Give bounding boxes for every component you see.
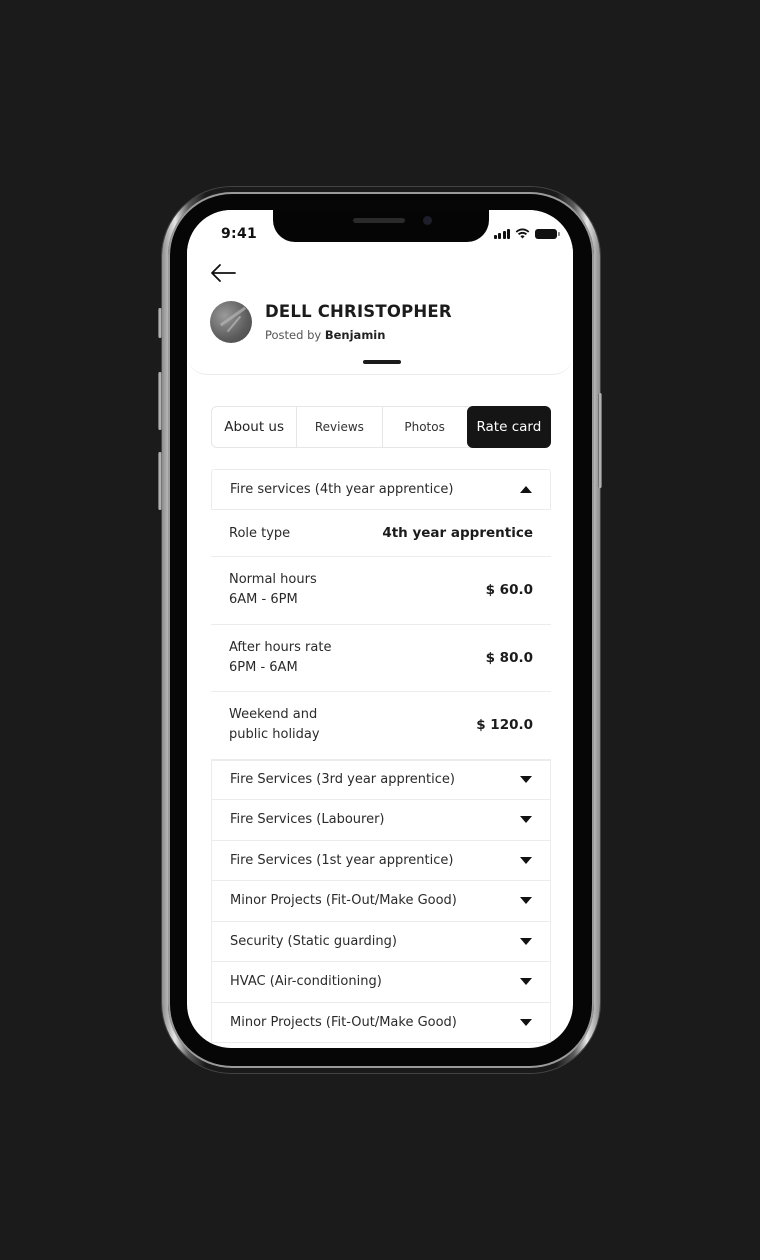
rate-value: $ 120.0: [476, 717, 533, 734]
rate-label-line2: public holiday: [229, 727, 320, 743]
rate-row: Weekend and public holiday $ 120.0: [211, 692, 551, 760]
rate-section-header[interactable]: Fire Services (Labourer): [211, 800, 551, 841]
triangle-up-icon[interactable]: [520, 486, 532, 493]
triangle-down-icon[interactable]: [520, 856, 532, 864]
volume-down-button: [158, 452, 162, 510]
tab-photos[interactable]: Photos: [383, 407, 467, 447]
rate-section-header[interactable]: Minor Projects (Fit-Out/Make Good): [211, 1002, 551, 1043]
rate-label: After hours rate 6PM - 6AM: [229, 638, 331, 678]
profile-tabs: About us Reviews Photos Rate card: [211, 406, 551, 448]
rate-section-collapsed[interactable]: HVAC (Air-conditioning): [211, 962, 551, 1003]
rate-section-collapsed[interactable]: Fire Services (1st year apprentice): [211, 840, 551, 881]
mute-switch: [158, 308, 162, 338]
volume-up-button: [158, 372, 162, 430]
rate-section-title: Minor Projects (Fit-Out/Make Good): [230, 893, 457, 909]
rate-section-header[interactable]: Minor Projects (Fit-Out/Make Good): [211, 881, 551, 922]
rate-row: Normal hours 6AM - 6PM $ 60.0: [211, 557, 551, 625]
rate-section-header[interactable]: Fire services (4th year apprentice): [211, 469, 551, 510]
rate-section-title: Fire services (4th year apprentice): [230, 482, 454, 497]
triangle-down-icon[interactable]: [520, 937, 532, 945]
status-time: 9:41: [221, 226, 258, 242]
back-arrow-icon[interactable]: [209, 262, 237, 284]
rate-section-title: Security (Static guarding): [230, 933, 397, 949]
triangle-down-icon[interactable]: [520, 897, 532, 905]
triangle-down-icon[interactable]: [520, 816, 532, 824]
rate-label-line2: 6AM - 6PM: [229, 592, 298, 608]
status-icons: [493, 228, 560, 239]
rate-label-line2: 6PM - 6AM: [229, 659, 298, 675]
rate-label: Weekend and public holiday: [229, 705, 320, 745]
role-type-label: Role type: [229, 525, 291, 541]
rate-label-line1: Normal hours: [229, 572, 317, 588]
rate-card-list: Fire services (4th year apprentice) Role…: [211, 469, 551, 1043]
wifi-icon: [515, 228, 530, 239]
signal-icon: [493, 229, 510, 239]
rate-section-header[interactable]: Security (Static guarding): [211, 921, 551, 962]
rate-section-open: Fire services (4th year apprentice) Role…: [211, 469, 551, 760]
battery-icon: [535, 229, 560, 239]
rate-section-title: Fire Services (Labourer): [230, 812, 385, 828]
front-camera: [423, 216, 432, 225]
rate-section-header[interactable]: Fire Services (3rd year apprentice): [211, 759, 551, 800]
rate-value: $ 60.0: [485, 582, 533, 599]
rate-label-line1: After hours rate: [229, 639, 332, 655]
drag-handle[interactable]: [363, 360, 401, 364]
tab-reviews[interactable]: Reviews: [297, 407, 383, 447]
device-notch: [273, 210, 489, 242]
speaker-grille: [353, 218, 405, 223]
posted-by: Posted by Benjamin: [265, 328, 385, 342]
power-button: [598, 393, 602, 488]
role-type-row: Role type 4th year apprentice: [211, 510, 551, 557]
rate-row: After hours rate 6PM - 6AM $ 80.0: [211, 625, 551, 692]
rate-section-title: Fire Services (3rd year apprentice): [230, 772, 455, 788]
triangle-down-icon[interactable]: [520, 776, 532, 784]
rate-label-line1: Weekend and: [229, 707, 318, 723]
app-screen: 9:41 DELL CHRISTOPHER Posted by Benjamin: [187, 210, 573, 1048]
avatar[interactable]: [210, 301, 252, 343]
rate-section-header[interactable]: Fire Services (1st year apprentice): [211, 840, 551, 881]
posted-by-prefix: Posted by: [265, 328, 322, 342]
tab-rate-card[interactable]: Rate card: [466, 406, 551, 448]
rate-section-collapsed[interactable]: Minor Projects (Fit-Out/Make Good): [211, 881, 551, 922]
rate-section-collapsed[interactable]: Minor Projects (Fit-Out/Make Good): [211, 1002, 551, 1043]
rate-section-title: Fire Services (1st year apprentice): [230, 852, 454, 868]
rate-value: $ 80.0: [485, 649, 533, 666]
rate-section-collapsed[interactable]: Fire Services (3rd year apprentice): [211, 759, 551, 800]
triangle-down-icon[interactable]: [520, 1018, 532, 1026]
rate-section-header[interactable]: HVAC (Air-conditioning): [211, 962, 551, 1003]
rate-section-title: HVAC (Air-conditioning): [230, 974, 382, 990]
provider-name: DELL CHRISTOPHER: [265, 302, 452, 321]
tab-about-us[interactable]: About us: [212, 407, 298, 447]
rate-section-collapsed[interactable]: Security (Static guarding): [211, 921, 551, 962]
triangle-down-icon[interactable]: [520, 978, 532, 986]
posted-by-name[interactable]: Benjamin: [325, 328, 386, 342]
rate-label: Normal hours 6AM - 6PM: [229, 570, 317, 610]
rate-section-collapsed[interactable]: Fire Services (Labourer): [211, 800, 551, 841]
rate-section-title: Minor Projects (Fit-Out/Make Good): [230, 1014, 457, 1030]
role-type-value: 4th year apprentice: [382, 525, 533, 541]
